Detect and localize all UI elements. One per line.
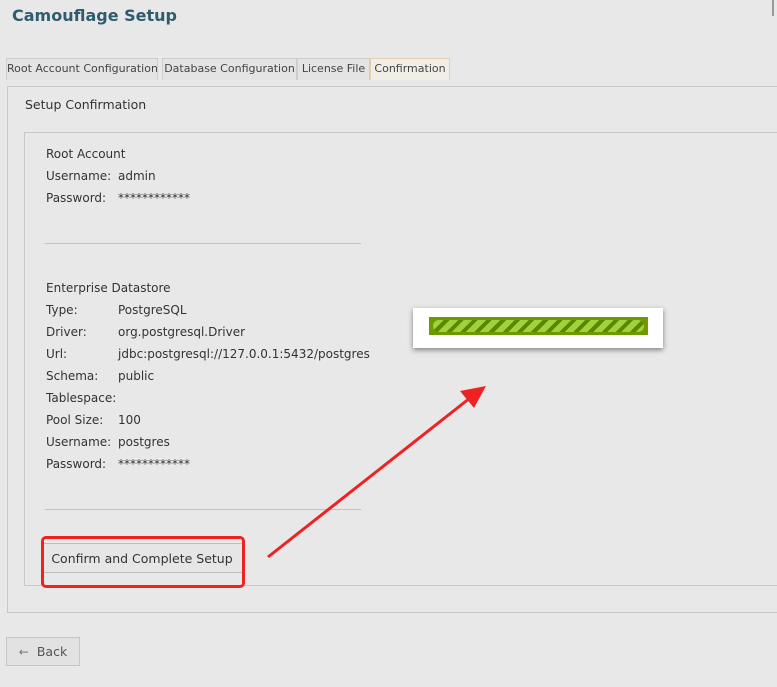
back-button[interactable]: ← Back [6,637,80,666]
arrow-left-icon: ← [18,644,29,659]
annotation-arrow [267,386,486,559]
back-button-label: Back [36,644,68,659]
